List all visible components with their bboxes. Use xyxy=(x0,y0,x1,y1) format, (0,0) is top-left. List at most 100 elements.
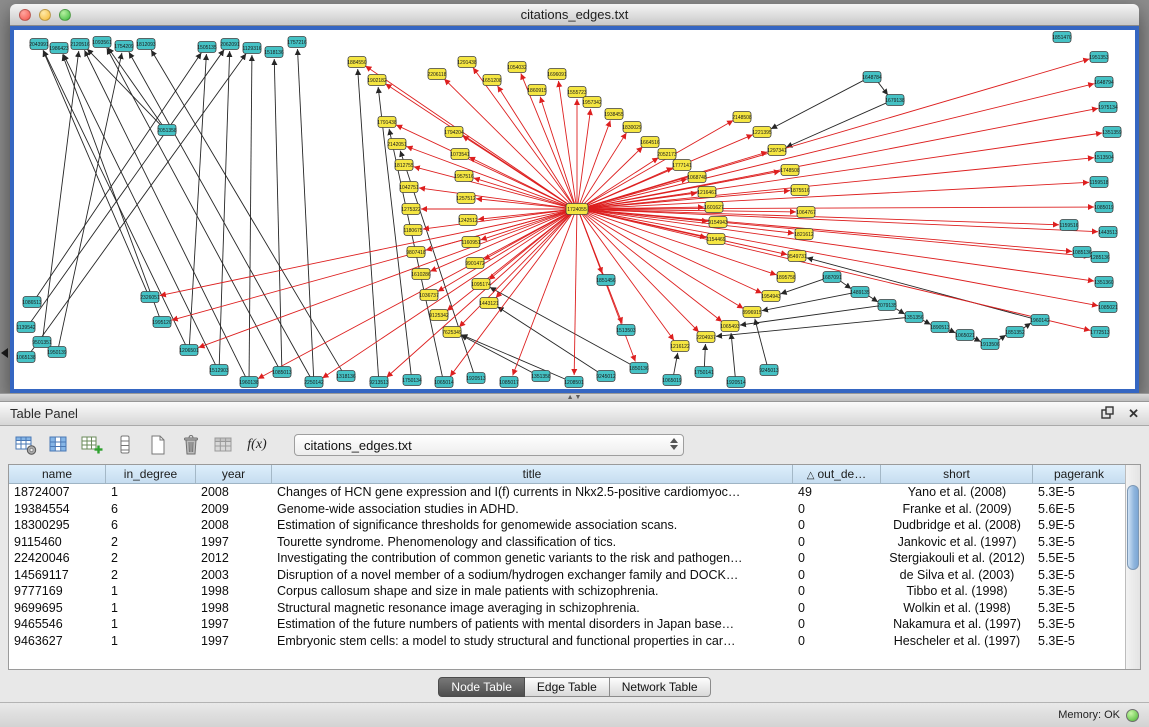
window-controls xyxy=(19,9,71,21)
dropdown-stepper-icon xyxy=(670,438,678,450)
close-panel-icon[interactable]: ✕ xyxy=(1128,407,1139,421)
table-cell: 0 xyxy=(793,534,881,551)
import-table-icon[interactable] xyxy=(212,433,236,457)
horizontal-splitter[interactable]: ▲▼ xyxy=(0,393,1149,402)
table-row[interactable]: 1830029562008Estimation of significance … xyxy=(9,517,1125,534)
table-cell: 1 xyxy=(106,484,196,501)
table-cell: 2 xyxy=(106,534,196,551)
new-table-icon[interactable] xyxy=(146,433,170,457)
svg-text:1830029: 1830029 xyxy=(622,125,642,131)
svg-text:1159518: 1159518 xyxy=(1089,180,1108,186)
table-panel-body: f(x) citations_edges.txt name in_degree … xyxy=(0,426,1149,702)
column-header-pagerank[interactable]: pagerank xyxy=(1033,465,1125,483)
table-cell: 5.3E-5 xyxy=(1033,583,1125,600)
tab-node-table[interactable]: Node Table xyxy=(438,677,525,697)
svg-text:1696091: 1696091 xyxy=(547,72,567,78)
svg-text:1036737: 1036737 xyxy=(419,293,439,299)
svg-text:1913506: 1913506 xyxy=(980,342,1000,348)
graph-nodes: 1724055220611812914381651208105403218609… xyxy=(16,32,1122,388)
splitter-grip-icon: ▲▼ xyxy=(567,394,583,401)
column-header-title[interactable]: title xyxy=(272,465,793,483)
table-cell: Tibbo et al. (1998) xyxy=(881,583,1033,600)
network-window-title: citations_edges.txt xyxy=(10,7,1139,22)
table-cell: Nakamura et al. (1997) xyxy=(881,616,1033,633)
create-column-icon[interactable] xyxy=(80,433,104,457)
table-panel: Table Panel ✕ xyxy=(0,402,1149,702)
svg-text:9125342: 9125342 xyxy=(429,313,449,319)
table-cell: 2 xyxy=(106,567,196,584)
table-row[interactable]: 946554611997Estimation of the future num… xyxy=(9,616,1125,633)
column-header-in-degree[interactable]: in_degree xyxy=(106,465,196,483)
minimize-window-button[interactable] xyxy=(39,9,51,21)
svg-text:1085017: 1085017 xyxy=(499,380,519,386)
table-scrollbar[interactable] xyxy=(1125,465,1140,669)
table-cell: 0 xyxy=(793,517,881,534)
svg-text:1073541: 1073541 xyxy=(450,152,470,158)
table-cell: 6 xyxy=(106,517,196,534)
table-row[interactable]: 969969511998Structural magnetic resonanc… xyxy=(9,600,1125,617)
svg-text:1257512: 1257512 xyxy=(456,196,476,202)
table-cell: 9777169 xyxy=(9,583,106,600)
svg-text:1513504: 1513504 xyxy=(1094,155,1114,161)
table-row[interactable]: 946362711997Embryonic stem cells: a mode… xyxy=(9,633,1125,650)
tab-edge-table[interactable]: Edge Table xyxy=(525,677,610,697)
svg-text:2051358: 2051358 xyxy=(157,128,177,134)
collapsed-panel-arrow-icon[interactable] xyxy=(1,348,8,358)
svg-text:9549731: 9549731 xyxy=(787,254,807,260)
table-cell: 5.3E-5 xyxy=(1033,567,1125,584)
table-cell: 9699695 xyxy=(9,600,106,617)
table-cell: 18724007 xyxy=(9,484,106,501)
memory-status-indicator[interactable] xyxy=(1126,709,1139,722)
show-rows-icon[interactable] xyxy=(113,433,137,457)
column-header-out-degree[interactable]: △out_de… xyxy=(793,465,881,483)
svg-text:1065014: 1065014 xyxy=(434,380,454,386)
svg-text:1180675: 1180675 xyxy=(403,228,422,234)
network-window-titlebar[interactable]: citations_edges.txt xyxy=(10,4,1139,26)
float-panel-icon[interactable] xyxy=(1101,406,1114,422)
svg-text:2052173: 2052173 xyxy=(657,152,677,158)
column-header-year[interactable]: year xyxy=(196,465,272,483)
svg-text:1068748: 1068748 xyxy=(687,175,707,181)
svg-text:1208501: 1208501 xyxy=(564,380,584,386)
network-graph-canvas[interactable]: 1724055220611812914381651208105403218609… xyxy=(14,30,1135,389)
zoom-window-button[interactable] xyxy=(59,9,71,21)
table-row[interactable]: 977716911998Corpus callosum shape and si… xyxy=(9,583,1125,600)
table-source-dropdown[interactable]: citations_edges.txt xyxy=(294,434,684,456)
svg-text:9245012: 9245012 xyxy=(596,374,616,380)
table-row[interactable]: 911546021997Tourette syndrome. Phenomeno… xyxy=(9,534,1125,551)
table-cell: Stergiakouli et al. (2012) xyxy=(881,550,1033,567)
svg-text:9245013: 9245013 xyxy=(759,368,779,374)
column-header-name[interactable]: name xyxy=(9,465,106,483)
svg-text:1648784: 1648784 xyxy=(862,75,882,81)
table-mode-icon[interactable] xyxy=(14,433,38,457)
column-header-short[interactable]: short xyxy=(881,465,1033,483)
svg-text:1351360: 1351360 xyxy=(1094,280,1114,286)
function-builder-icon[interactable]: f(x) xyxy=(245,433,269,457)
svg-text:1242512: 1242512 xyxy=(458,218,478,224)
table-cell: 1997 xyxy=(196,534,272,551)
table-cell: 9115460 xyxy=(9,534,106,551)
table-row[interactable]: 2242004622012Investigating the contribut… xyxy=(9,550,1125,567)
scrollbar-thumb[interactable] xyxy=(1127,485,1139,570)
svg-text:2043991: 2043991 xyxy=(29,42,49,48)
svg-text:1687091: 1687091 xyxy=(822,275,842,281)
show-columns-icon[interactable] xyxy=(47,433,71,457)
table-panel-title: Table Panel xyxy=(10,406,78,421)
svg-text:1920513: 1920513 xyxy=(466,376,486,382)
table-row[interactable]: 1938455462009Genome-wide association stu… xyxy=(9,501,1125,518)
svg-text:1443121: 1443121 xyxy=(479,301,499,307)
table-cell: Estimation of significance thresholds fo… xyxy=(272,517,793,534)
tab-network-table[interactable]: Network Table xyxy=(610,677,711,697)
svg-text:1489135: 1489135 xyxy=(850,290,870,296)
svg-text:1065493: 1065493 xyxy=(720,324,740,330)
table-row[interactable]: 1872400712008Changes of HCN gene express… xyxy=(9,484,1125,501)
table-row[interactable]: 1456911722003Disruption of a novel membe… xyxy=(9,567,1125,584)
svg-text:9807418: 9807418 xyxy=(406,250,426,256)
svg-text:8996915: 8996915 xyxy=(742,310,762,316)
svg-text:1513503: 1513503 xyxy=(616,328,636,334)
delete-trash-icon[interactable] xyxy=(179,433,203,457)
svg-text:1154469: 1154469 xyxy=(706,237,725,243)
table-cell: Jankovic et al. (1997) xyxy=(881,534,1033,551)
table-tabs: Node Table Edge Table Network Table xyxy=(8,670,1141,698)
close-window-button[interactable] xyxy=(19,9,31,21)
